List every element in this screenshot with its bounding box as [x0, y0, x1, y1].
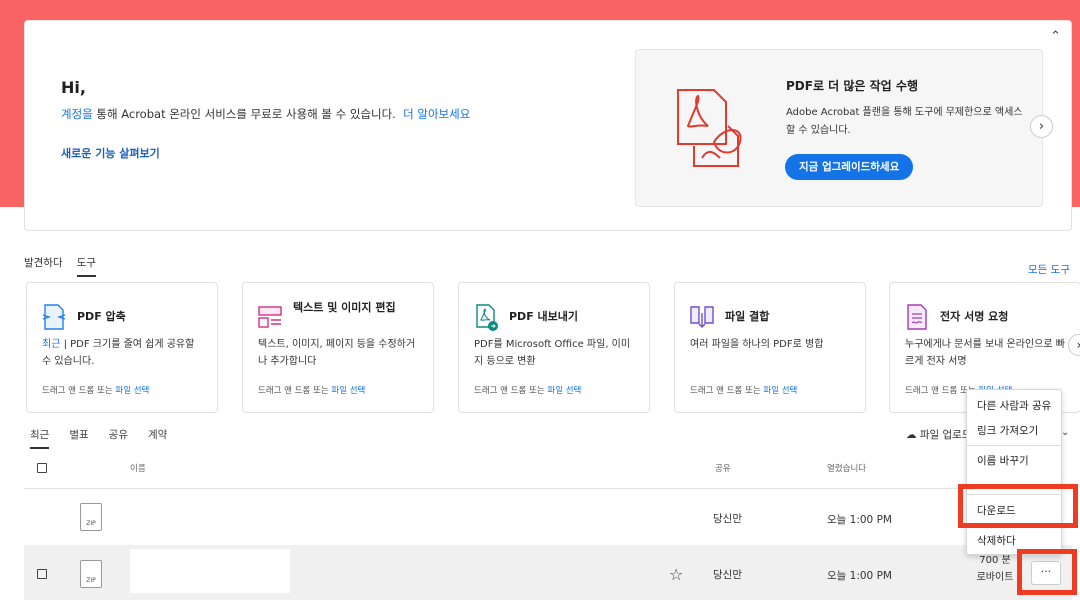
- tab-starred[interactable]: 별표: [69, 429, 88, 441]
- more-options-highlight: [1017, 549, 1077, 595]
- esign-request-icon: [907, 304, 927, 330]
- share-status: 당신만: [713, 569, 742, 581]
- select-all-checkbox[interactable]: [37, 463, 47, 473]
- compress-pdf-icon: [42, 304, 66, 330]
- drop-text: 드래그 앤 드롭 또는: [474, 386, 548, 396]
- account-link[interactable]: 계정을: [61, 107, 93, 121]
- tool-description: 최근 | PDF 크기를 줄여 쉽게 공유할 수 있습니다.: [42, 336, 206, 370]
- tool-card-edit[interactable]: 텍스트 및 이미지 편집 텍스트, 이미지, 페이지 등을 수정하거나 추가합니…: [242, 282, 434, 413]
- tab-shared[interactable]: 공유: [109, 429, 128, 441]
- column-name: 이름: [130, 464, 146, 474]
- menu-divider: [967, 445, 1061, 446]
- chevron-up-icon[interactable]: ⌃: [1050, 29, 1061, 44]
- top-tabs: 발견하다 도구: [24, 255, 110, 277]
- all-tools-link[interactable]: 모든 도구: [1028, 262, 1070, 277]
- intro-text: 계정을 통해 Acrobat 온라인 서비스를 무료로 사용해 볼 수 있습니다…: [61, 106, 470, 122]
- opened-time: 오늘 1:00 PM: [827, 514, 892, 526]
- context-menu: 다른 사람과 공유 링크 가져오기 이름 바꾸기 다운로드 삭제하다: [966, 389, 1062, 555]
- tab-tools[interactable]: 도구: [76, 257, 96, 277]
- tool-title: 파일 결합: [725, 310, 770, 323]
- tool-description: 여러 파일을 하나의 PDF로 병합: [690, 339, 824, 350]
- tool-drop-hint: 드래그 앤 드롭 또는 파일 선택: [258, 384, 365, 396]
- drop-text: 드래그 앤 드롭 또는: [258, 386, 332, 396]
- menu-delete[interactable]: 삭제하다: [977, 533, 1016, 548]
- tool-title: PDF 내보내기: [509, 310, 579, 323]
- star-icon[interactable]: ☆: [669, 565, 683, 584]
- chevron-right-icon[interactable]: ›: [1030, 115, 1053, 138]
- tool-drop-hint: 드래그 앤 드롭 또는 파일 선택: [690, 384, 797, 396]
- opened-time: 오늘 1:00 PM: [827, 570, 892, 582]
- drop-text: 드래그 앤 드롭 또는: [690, 386, 764, 396]
- drop-text: 드래그 앤 드롭 또는: [42, 386, 116, 396]
- zip-file-icon: ZIP: [80, 503, 102, 531]
- tool-title: 전자 서명 요청: [940, 310, 1009, 323]
- intro-body: 통해 Acrobat 온라인 서비스를 무료로 사용해 볼 수 있습니다.: [92, 107, 396, 121]
- learn-more-link[interactable]: 더 알아보세요: [403, 107, 470, 121]
- zip-file-icon: ZIP: [80, 560, 102, 588]
- file-size: 700 분로바이트: [976, 555, 1014, 583]
- combine-files-icon: [690, 306, 714, 328]
- tool-drop-hint: 드래그 앤 드롭 또는 파일 선택: [42, 384, 149, 396]
- menu-share[interactable]: 다른 사람과 공유: [977, 398, 1051, 413]
- upgrade-promo: PDF로 더 많은 작업 수행 Adobe Acrobat 플랜을 통해 도구에…: [635, 49, 1043, 207]
- whats-new-link[interactable]: 새로운 기능 살펴보기: [61, 145, 160, 161]
- select-file-link[interactable]: 파일 선택: [331, 386, 365, 396]
- tool-description-text: | PDF 크기를 줄여 쉽게 공유할 수 있습니다.: [42, 339, 195, 367]
- welcome-card: ⌃ Hi, 계정을 통해 Acrobat 온라인 서비스를 무료로 사용해 볼 …: [24, 20, 1072, 231]
- file-tabs: 최근 별표 공유 계약: [30, 427, 187, 449]
- tab-discover[interactable]: 발견하다: [24, 257, 63, 269]
- column-opened: 열렸습니다: [827, 464, 867, 474]
- download-highlight: [958, 484, 1078, 528]
- select-file-link[interactable]: 파일 선택: [115, 386, 149, 396]
- column-share: 공유: [715, 464, 731, 474]
- tool-description: PDF를 Microsoft Office 파일, 이미지 등으로 변환: [474, 339, 631, 367]
- select-file-link[interactable]: 파일 선택: [547, 386, 581, 396]
- recent-label: 최근: [42, 339, 61, 350]
- export-pdf-icon: [476, 304, 498, 331]
- tool-title: 텍스트 및 이미지 편집: [293, 301, 396, 314]
- upgrade-button[interactable]: 지금 업그레이드하세요: [785, 154, 914, 180]
- chevron-down-icon[interactable]: ⌄: [1061, 427, 1069, 438]
- promo-title: PDF로 더 많은 작업 수행: [786, 79, 918, 93]
- select-file-link[interactable]: 파일 선택: [763, 386, 797, 396]
- menu-get-link[interactable]: 링크 가져오기: [977, 423, 1038, 438]
- tool-drop-hint: 드래그 앤 드롭 또는 파일 선택: [474, 384, 581, 396]
- share-status: 당신만: [713, 513, 742, 525]
- tool-description: 누구에게나 문서를 보내 온라인으로 빠르게 전자 서명: [905, 339, 1065, 367]
- greeting: Hi,: [61, 78, 86, 97]
- tool-card-compress[interactable]: PDF 압축 최근 | PDF 크기를 줄여 쉽게 공유할 수 있습니다. 드래…: [26, 282, 218, 413]
- tab-recent[interactable]: 최근: [30, 429, 50, 449]
- upload-label: 파일 업로드: [919, 429, 972, 441]
- row-divider: [24, 488, 1072, 489]
- file-name-redacted: [130, 549, 290, 593]
- tool-description: 텍스트, 이미지, 페이지 등을 수정하거나 추가합니다: [258, 339, 416, 367]
- tab-agreements[interactable]: 계약: [148, 429, 167, 441]
- file-type-label: ZIP: [86, 520, 96, 527]
- edit-text-image-icon: [258, 306, 282, 328]
- row-checkbox[interactable]: [37, 569, 47, 579]
- promo-description: Adobe Acrobat 플랜을 통해 도구에 무제한으로 액세스할 수 있습…: [786, 107, 1023, 136]
- acrobat-illustration-icon: [677, 89, 742, 167]
- file-type-label: ZIP: [86, 577, 96, 584]
- menu-rename[interactable]: 이름 바꾸기: [977, 453, 1029, 468]
- tool-card-combine[interactable]: 파일 결합 여러 파일을 하나의 PDF로 병합 드래그 앤 드롭 또는 파일 …: [674, 282, 866, 413]
- upload-button[interactable]: ☁ 파일 업로드: [906, 427, 972, 442]
- tool-card-export[interactable]: PDF 내보내기 PDF를 Microsoft Office 파일, 이미지 등…: [458, 282, 650, 413]
- upload-cloud-icon: ☁: [906, 429, 917, 441]
- tool-title: PDF 압축: [77, 310, 126, 323]
